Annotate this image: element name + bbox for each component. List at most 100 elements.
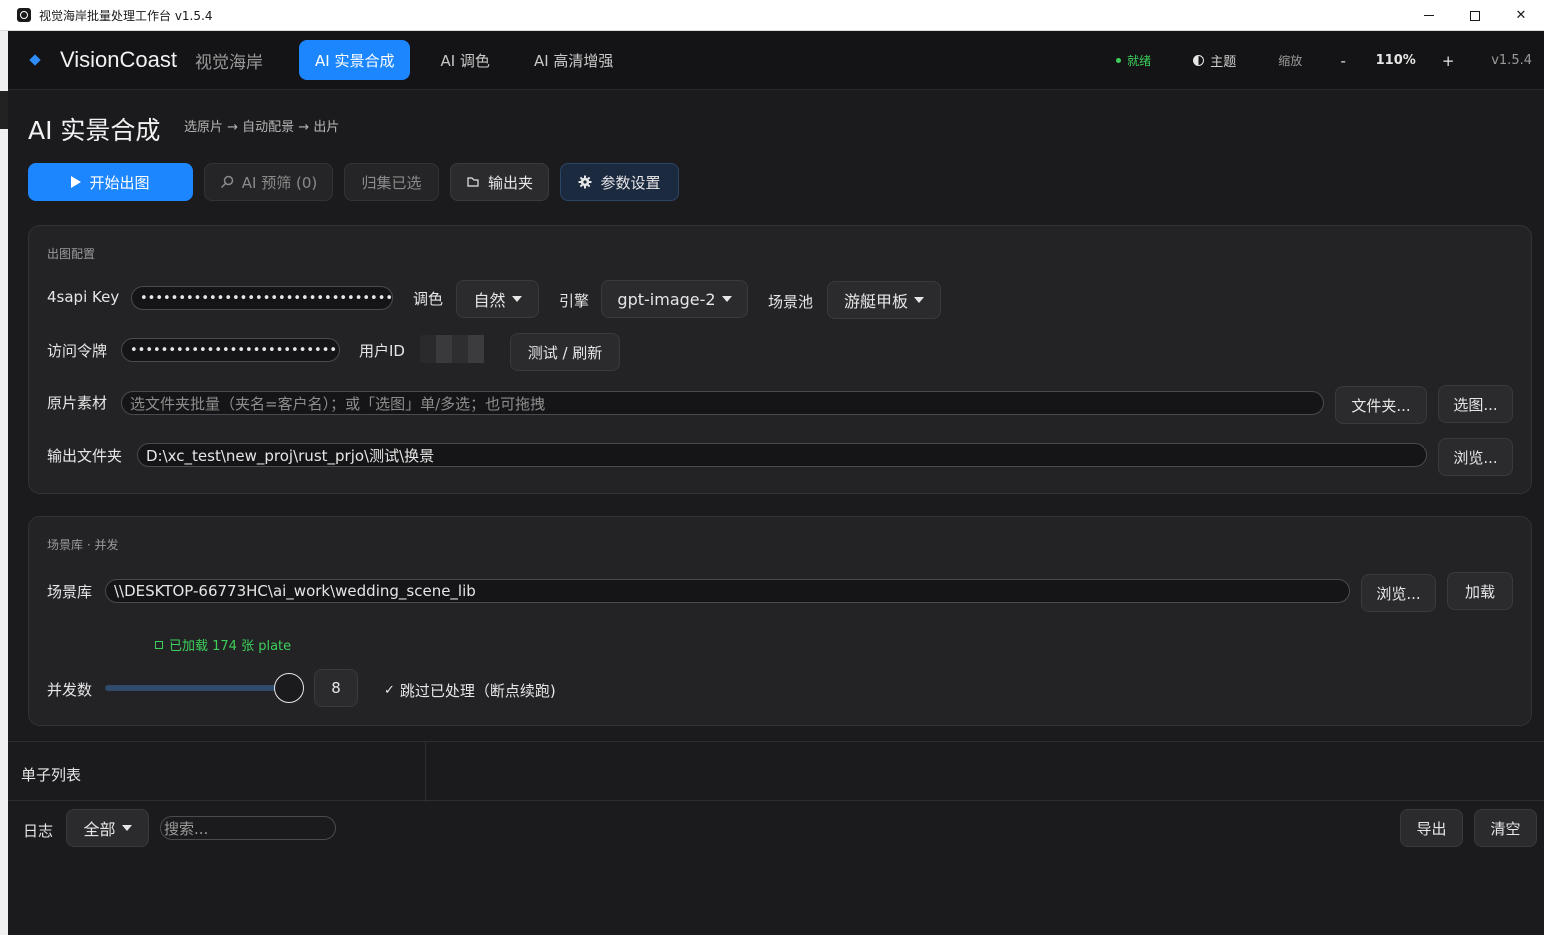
tab-ai-color-grade[interactable]: AI 调色 <box>424 40 505 80</box>
orders-panel: 单子列表 <box>8 741 1544 802</box>
chevron-down-icon <box>121 825 132 831</box>
settings-button[interactable]: 参数设置 <box>560 163 679 201</box>
output-folder-label: 输出夹 <box>487 173 533 192</box>
scene-pool-select[interactable]: 游艇甲板 <box>827 281 941 319</box>
log-toolbar: 日志 全部 搜索... 导出 清空 <box>8 802 1544 862</box>
token-label: 访问令牌 <box>47 342 108 360</box>
close-button[interactable]: ✕ <box>1498 0 1544 31</box>
scene-lib-field[interactable]: \\DESKTOP-66773HC\ai_work\wedding_scene_… <box>105 579 1350 603</box>
play-icon <box>71 176 82 188</box>
status-indicator: 就绪 <box>1116 52 1151 69</box>
skip-processed-label: 跳过已处理（断点续跑) <box>399 682 556 700</box>
chevron-down-icon <box>914 297 924 303</box>
chevron-down-icon <box>511 296 522 302</box>
status-text: 就绪 <box>1127 54 1152 68</box>
output-folder-field[interactable]: D:\xc_test\new_proj\rust_prjo\测试\换景 <box>137 443 1427 467</box>
tone-value: 自然 <box>473 291 506 310</box>
theme-label: 主题 <box>1210 55 1237 70</box>
section-title: 场景库 · 并发 <box>47 538 119 552</box>
load-status: 已加载 174 张 plate <box>155 635 291 654</box>
api-key-label: 4sapi Key <box>47 288 120 306</box>
checkmark-icon: ✓ <box>384 683 395 698</box>
source-input[interactable]: 选文件夹批量（夹名=客户名）；或「选图」单/多选；也可拖拽 <box>121 391 1324 415</box>
api-key-field[interactable]: ••••••••••••••••••••••••••••••••••••••••… <box>131 286 393 310</box>
settings-label: 参数设置 <box>600 173 661 192</box>
tone-select[interactable]: 自然 <box>456 280 539 318</box>
folder-icon <box>467 177 479 187</box>
brand-name-cn: 视觉海岸 <box>195 52 263 73</box>
tab-ai-upscale[interactable]: AI 高清增强 <box>518 40 629 80</box>
start-render-label: 开始出图 <box>89 173 150 192</box>
start-render-button[interactable]: 开始出图 <box>28 163 193 201</box>
section-title: 出图配置 <box>47 247 96 261</box>
user-id-redacted <box>420 335 500 363</box>
window-title: 视觉海岸批量处理工作台 v1.5.4 <box>39 8 213 23</box>
chevron-down-icon <box>721 296 732 302</box>
status-dot-icon <box>1116 58 1122 63</box>
log-filter-select[interactable]: 全部 <box>66 809 149 847</box>
log-search-input[interactable]: 搜索... <box>160 816 336 840</box>
output-folder-button[interactable]: 输出夹 <box>450 163 549 201</box>
minimize-button[interactable] <box>1406 0 1452 31</box>
engine-value: gpt-image-2 <box>617 289 716 309</box>
app-icon <box>17 8 31 22</box>
render-config-card: 出图配置 4sapi Key •••••••••••••••••••••••••… <box>28 225 1532 494</box>
orders-title: 单子列表 <box>21 766 82 784</box>
concurrency-label: 并发数 <box>47 681 93 699</box>
concurrency-value[interactable]: 8 <box>314 669 358 707</box>
zoom-label: 缩放 <box>1278 54 1303 68</box>
source-label: 原片素材 <box>47 394 108 412</box>
access-token-field[interactable]: ••••••••••••••••••••••••••••••••••• <box>121 338 340 362</box>
load-status-text: 已加载 174 张 plate <box>169 639 292 654</box>
app-header: VisionCoast 视觉海岸 AI 实景合成 AI 调色 AI 高清增强 就… <box>8 31 1544 90</box>
zoom-out-button[interactable]: - <box>1328 52 1358 70</box>
user-id-label: 用户ID <box>359 342 405 360</box>
scene-pool-value: 游艇甲板 <box>843 292 908 311</box>
theme-toggle[interactable]: 主题 <box>1193 51 1236 70</box>
window-controls: ✕ <box>1406 0 1544 31</box>
window-titlebar: 视觉海岸批量处理工作台 v1.5.4 ✕ <box>0 0 1544 31</box>
brand-name: VisionCoast <box>60 47 177 72</box>
scene-pool-label: 场景池 <box>768 293 814 311</box>
collect-selected-button[interactable]: 归集已选 <box>344 163 439 201</box>
zoom-in-button[interactable]: + <box>1433 52 1463 70</box>
maximize-icon <box>1470 10 1480 21</box>
app-window: VisionCoast 视觉海岸 AI 实景合成 AI 调色 AI 高清增强 就… <box>8 31 1544 935</box>
skip-processed-checkbox[interactable]: ✓ 跳过已处理（断点续跑) <box>384 680 556 701</box>
version-label: v1.5.4 <box>1491 53 1532 68</box>
ai-prefilter-button[interactable]: AI 预筛 (0) <box>204 163 333 201</box>
log-title: 日志 <box>23 822 54 840</box>
header-right: 就绪 主题 缩放 - 110% + v1.5.4 <box>1116 31 1544 90</box>
log-filter-value: 全部 <box>83 820 116 839</box>
page-title: AI 实景合成 <box>28 116 161 145</box>
square-icon <box>155 640 163 649</box>
breadcrumb: 选原片 → 自动配景 → 出片 <box>184 120 340 135</box>
scene-library-card: 场景库 · 并发 场景库 \\DESKTOP-66773HC\ai_work\w… <box>28 516 1532 726</box>
panel-divider <box>425 742 426 802</box>
concurrency-slider-handle[interactable] <box>274 673 304 703</box>
choose-images-button[interactable]: 选图... <box>1438 385 1513 423</box>
test-refresh-button[interactable]: 测试 / 刷新 <box>510 333 620 371</box>
zoom-value: 110% <box>1375 53 1416 68</box>
choose-folder-button[interactable]: 文件夹... <box>1335 386 1427 424</box>
output-folder-label: 输出文件夹 <box>47 447 123 465</box>
maximize-button[interactable] <box>1452 0 1498 31</box>
scene-lib-label: 场景库 <box>47 583 93 601</box>
tone-label: 调色 <box>413 290 444 308</box>
browse-output-button[interactable]: 浏览... <box>1438 438 1513 476</box>
minimize-icon <box>1424 15 1434 16</box>
engine-select[interactable]: gpt-image-2 <box>601 280 748 318</box>
close-icon: ✕ <box>1515 8 1527 23</box>
engine-label: 引擎 <box>559 292 590 310</box>
browse-scene-lib-button[interactable]: 浏览... <box>1361 574 1436 612</box>
load-scene-lib-button[interactable]: 加载 <box>1447 572 1513 610</box>
concurrency-slider-track[interactable] <box>105 685 289 691</box>
clear-log-button[interactable]: 清空 <box>1474 809 1537 847</box>
logo-diamond-icon <box>29 54 41 66</box>
gear-icon <box>578 175 592 189</box>
ai-prefilter-label: AI 预筛 (0) <box>241 173 318 192</box>
export-log-button[interactable]: 导出 <box>1400 809 1463 847</box>
search-icon <box>220 175 233 189</box>
tab-ai-scene-compose[interactable]: AI 实景合成 <box>299 40 411 80</box>
background-window-edge <box>0 31 8 935</box>
